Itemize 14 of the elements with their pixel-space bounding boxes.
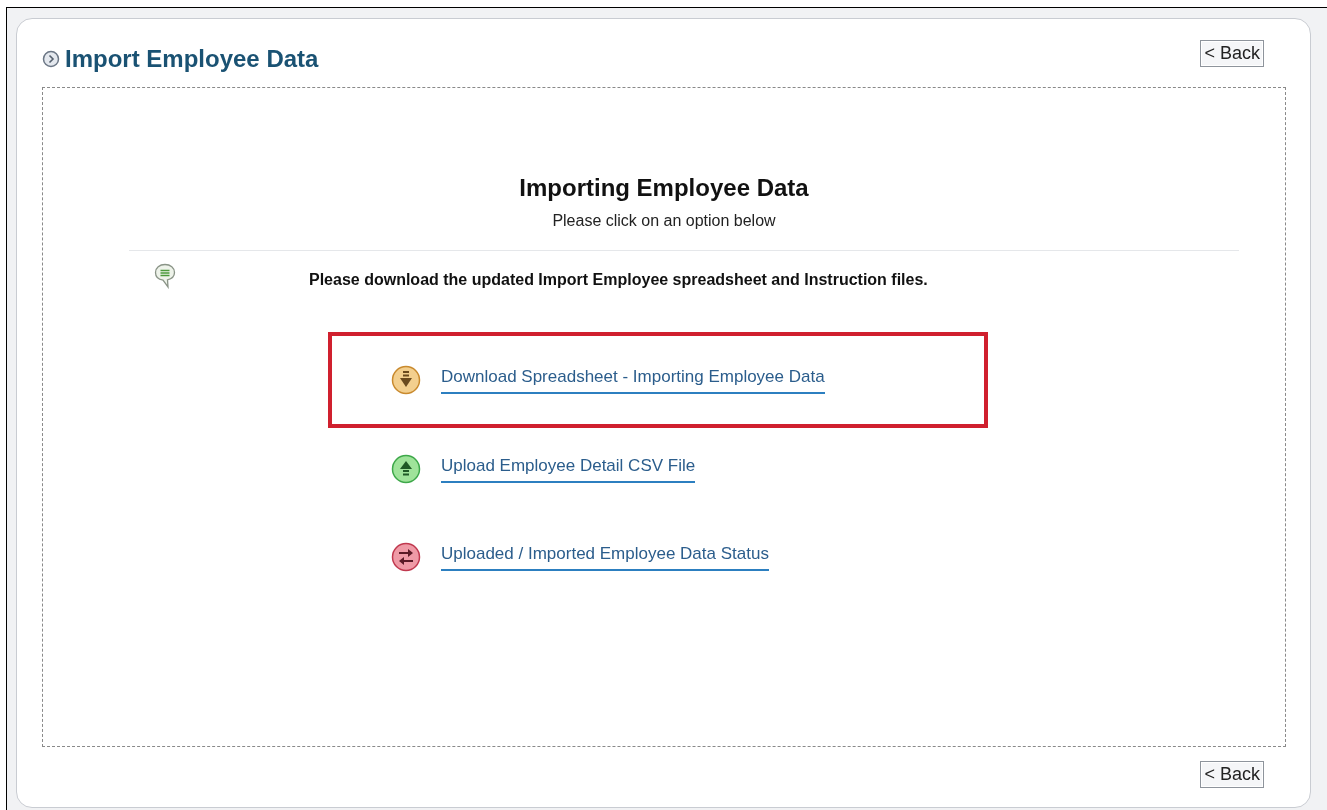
- instruction-text: Please download the updated Import Employee spreadsheet and Instruction files.: [309, 271, 928, 289]
- download-icon: [391, 365, 421, 395]
- option-link[interactable]: Uploaded / Imported Employee Data Status: [441, 543, 769, 571]
- section-subheading: Please click on an option below: [552, 212, 776, 230]
- section-heading: Importing Employee Data: [519, 174, 809, 202]
- upload-icon: [391, 454, 421, 484]
- swap-arrows-icon: [391, 542, 421, 572]
- speech-bubble-icon: [154, 263, 176, 289]
- chevron-circle-icon: [42, 50, 60, 68]
- back-button[interactable]: < Back: [1200, 39, 1264, 67]
- option-link[interactable]: Download Spreadsheet - Importing Employee Data: [441, 366, 825, 394]
- page-title: Import Employee Data: [65, 45, 319, 73]
- back-button[interactable]: < Back: [1200, 761, 1264, 788]
- option-link[interactable]: Upload Employee Detail CSV File: [441, 455, 696, 483]
